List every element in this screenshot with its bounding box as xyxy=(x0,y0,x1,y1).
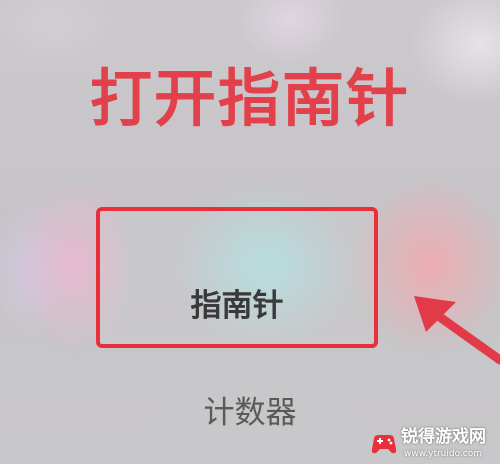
gamepad-logo-icon xyxy=(371,435,397,454)
red-arrow-icon xyxy=(414,296,500,365)
watermark-title: 锐得游戏网 xyxy=(401,427,486,447)
instruction-heading: 打开指南针 xyxy=(89,62,410,135)
site-watermark: 锐得游戏网 www.ytruido.com xyxy=(370,425,498,463)
counter-app-label[interactable]: 计数器 xyxy=(170,398,330,429)
compass-app-tile[interactable]: 指南针 xyxy=(96,207,378,348)
compass-app-label: 指南针 xyxy=(190,288,284,324)
watermark-url: www.ytruido.com xyxy=(404,449,483,459)
